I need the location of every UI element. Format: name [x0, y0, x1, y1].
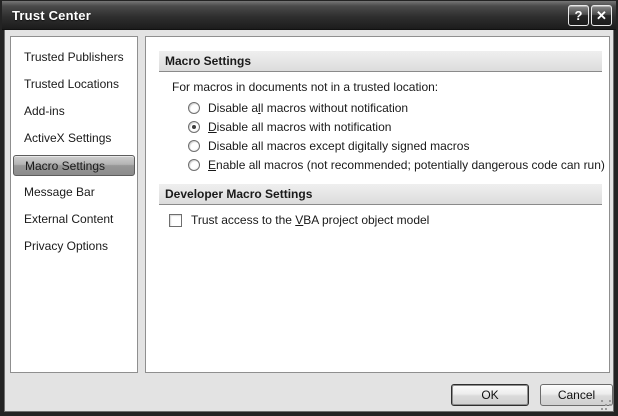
sidebar-item-add-ins[interactable]: Add-ins: [11, 98, 137, 125]
radio-option-enable-all[interactable]: Enable all macros (not recommended; pote…: [188, 155, 605, 174]
macro-settings-header: Macro Settings: [159, 51, 602, 72]
sidebar-item-privacy-options[interactable]: Privacy Options: [11, 233, 137, 260]
radio-icon[interactable]: [188, 140, 200, 152]
help-icon[interactable]: ?: [568, 5, 589, 26]
sidebar-item-activex-settings[interactable]: ActiveX Settings: [11, 125, 137, 152]
trust-vba-access-label[interactable]: Trust access to the VBA project object m…: [191, 213, 429, 227]
macro-settings-intro: For macros in documents not in a trusted…: [172, 80, 438, 94]
sidebar-item-trusted-publishers[interactable]: Trusted Publishers: [11, 44, 137, 71]
title-buttons: ? ✕: [568, 5, 612, 26]
radio-icon[interactable]: [188, 102, 200, 114]
radio-icon-selected[interactable]: [188, 121, 200, 133]
trust-vba-access-checkbox-row[interactable]: Trust access to the VBA project object m…: [169, 213, 429, 227]
radio-option-label[interactable]: Disable all macros except digitally sign…: [208, 139, 469, 153]
window-title: Trust Center: [2, 8, 91, 23]
sidebar-item-message-bar[interactable]: Message Bar: [11, 179, 137, 206]
radio-option-disable-except-signed[interactable]: Disable all macros except digitally sign…: [188, 136, 605, 155]
radio-option-label[interactable]: Disable all macros without notification: [208, 101, 408, 115]
developer-macro-settings-header: Developer Macro Settings: [159, 184, 602, 205]
sidebar-item-external-content[interactable]: External Content: [11, 206, 137, 233]
radio-icon[interactable]: [188, 159, 200, 171]
radio-option-disable-no-notification[interactable]: Disable all macros without notification: [188, 98, 605, 117]
macro-options-group: Disable all macros without notification …: [188, 98, 605, 174]
close-icon[interactable]: ✕: [591, 5, 612, 26]
sidebar-item-macro-settings[interactable]: Macro Settings: [13, 155, 135, 176]
checkbox-icon[interactable]: [169, 214, 182, 227]
macro-settings-panel: Macro Settings For macros in documents n…: [145, 36, 610, 373]
radio-option-disable-with-notification[interactable]: Disable all macros with notification: [188, 117, 605, 136]
radio-option-label[interactable]: Disable all macros with notification: [208, 120, 391, 134]
trust-center-dialog: Trust Center ? ✕ Trusted Publishers Trus…: [0, 0, 618, 416]
radio-option-label[interactable]: Enable all macros (not recommended; pote…: [208, 158, 605, 172]
sidebar: Trusted Publishers Trusted Locations Add…: [10, 36, 138, 373]
title-bar[interactable]: Trust Center ? ✕: [2, 1, 616, 30]
resize-grip[interactable]: [601, 400, 611, 410]
ok-button[interactable]: OK: [451, 384, 529, 406]
sidebar-item-trusted-locations[interactable]: Trusted Locations: [11, 71, 137, 98]
